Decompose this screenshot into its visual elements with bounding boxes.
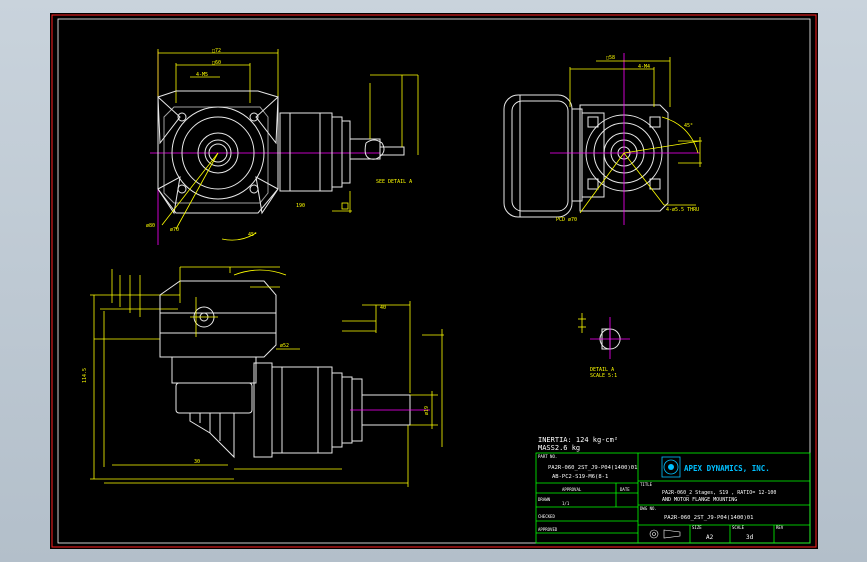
drawn-label: DRAWN [538, 497, 551, 502]
dim-front-inner: □60 [212, 60, 221, 66]
inertia-note: INERTIA: 124 kg-cm² [538, 436, 618, 444]
detail-scale: SCALE 5:1 [590, 373, 617, 379]
drawn-value: 1/1 [562, 501, 570, 506]
title-line2: AND MOTOR FLANGE MOUNTING [662, 497, 737, 503]
company-name: APEX DYNAMICS, INC. [684, 464, 770, 473]
dwg-no-value: PA2R-060_2ST_J9-P04(1400)01 [664, 515, 753, 521]
mass-note: MASS2.6 kg [538, 444, 580, 452]
dim-front-small: 4-M5 [196, 72, 208, 78]
scale-label: SCALE [732, 525, 745, 530]
company-logo [661, 456, 681, 478]
dim-side-height: 190 [296, 203, 305, 209]
part-no-line1: PA2R-060_2ST_J9-P04(1400)01 [548, 465, 637, 471]
dwg-no-label: DWG NO. [640, 506, 657, 511]
right-view: □58 4-M4 45° 4-ø5.5 THRU PCD ø70 [503, 53, 702, 225]
dim-side-shaft: ø19 [424, 406, 430, 415]
date-label: DATE [620, 487, 630, 492]
dim-front-dia1: ø80 [146, 223, 155, 229]
cad-drawing: □72 □60 4-M5 ø80 ø70 45° SEE DETAIL A 19… [51, 14, 817, 548]
checked-label: CHECKED [538, 514, 555, 519]
dim-right-top: □58 [606, 55, 615, 61]
approved-label: APPROVED [538, 527, 558, 532]
dim-front-top: □72 [212, 48, 221, 54]
see-detail-label: SEE DETAIL A [376, 179, 412, 185]
scale-value: 3d [746, 534, 754, 541]
title-line1: PA2R-060_2 Stages, S19 , RATIO= 12-100 [662, 490, 776, 496]
part-no-line2: AB-PC2-S19-M6(8-1 [552, 474, 608, 480]
dim-right-pcd: PCD ø70 [556, 217, 577, 223]
rev-label: REV [776, 525, 784, 530]
dim-front-dia2: ø70 [170, 227, 179, 233]
dim-front-angle: 45° [248, 232, 257, 238]
size-label: SIZE [692, 525, 702, 530]
title-label: TITLE [640, 482, 653, 487]
dim-side-base: 30 [194, 459, 200, 465]
title-block: PART NO. PA2R-060_2ST_J9-P04(1400)01 AB-… [535, 452, 811, 544]
front-view: □72 □60 4-M5 ø80 ø70 45° SEE DETAIL A 19… [146, 48, 419, 245]
dim-side-overall: 114.5 [82, 368, 88, 383]
detail-a: DETAIL A SCALE 5:1 [578, 313, 630, 379]
dim-right-angle: 45° [684, 123, 693, 129]
size-value: A2 [706, 534, 714, 541]
dim-side-pcd: ø52 [280, 343, 289, 349]
cad-viewport[interactable]: □72 □60 4-M5 ø80 ø70 45° SEE DETAIL A 19… [50, 13, 818, 549]
dim-right-holes: 4-ø5.5 THRU [666, 207, 699, 213]
approval-label: APPROVAL [562, 487, 582, 492]
part-no-label: PART NO. [538, 454, 557, 459]
dim-shaft-len: 40 [380, 305, 386, 311]
section-view: 114.5 ø52 ø19 40 30 [82, 266, 444, 487]
dim-right-screw: 4-M4 [638, 64, 650, 70]
projection-symbol [649, 529, 681, 539]
